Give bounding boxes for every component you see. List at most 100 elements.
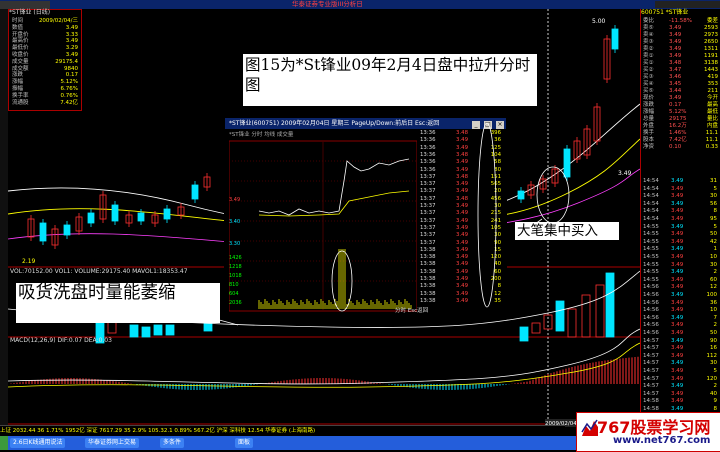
tick-time: 13:38 [420,254,436,261]
tick-time: 14:57 [643,375,659,382]
quote-cell: 353 [707,81,719,87]
quote-cell: 11.1 [705,137,718,143]
info-row: 流通股 7.42亿 [12,100,80,106]
taskbar-item[interactable]: 多条件 [160,438,185,448]
tick-row: 14:57 3.49 90 [641,338,720,346]
tick-volume: 112 [706,352,718,359]
quote-row: 委比 -11.58% 委差 [641,18,720,25]
intraday-volume-label: 810 [229,282,239,288]
tick-price: 3.49 [456,261,469,268]
tick-volume: 31 [710,178,717,184]
tick-price: 3.49 [671,216,684,222]
tick-time: 13:37 [420,188,436,195]
tick-price: 3.49 [456,159,469,166]
tick-time: 14:54 [643,200,659,207]
tick-time: 14:56 [643,307,659,314]
intraday-title-bar[interactable]: *ST锋业(600751) 2009年02月04日 星期三 PageUp/Dow… [225,118,506,129]
quote-cell: 3138 [704,60,718,66]
tick-price: 3.49 [456,210,469,217]
info-row: 收盘价 3.49 [12,52,80,58]
tick-row: 14:57 3.49 120 [641,376,720,384]
tick-volume: 16 [710,345,717,352]
quote-cell: 3.46 [669,74,682,80]
quote-cell: 买② [643,67,654,73]
tick-row: 14:57 3.49 16 [641,345,720,353]
tick-volume: 30 [710,360,717,367]
quote-cell: 涨跌 [643,102,655,108]
tick-volume: 30 [710,261,717,268]
intraday-volume-label: 1218 [229,264,242,270]
info-key: 开盘价 [12,31,29,38]
info-key: 振幅 [12,86,24,92]
tick-time: 14:56 [643,322,659,329]
tick-time: 13:36 [420,137,436,144]
tick-volume: 100 [706,292,718,298]
tick-volume: 9 [713,398,718,405]
tick-price: 3.49 [456,224,469,231]
tick-row: 14:56 3.49 36 [641,300,720,308]
info-value: 2009/02/04/三 [38,18,78,24]
quote-cell: 量比 [706,116,718,122]
info-rows: 时间 2009/02/04/三 数值 3.49 开盘价 3.33 最高价 3.49 最低价 3.2… [9,18,81,108]
tick-list[interactable]: 14:54 3.49 31 14:54 3.49 5 14:54 3.49 30 14:54 3.4… [641,178,720,418]
tick-time: 14:57 [643,390,659,397]
tick-time: 14:55 [643,246,659,253]
intraday-y-label: 3.49 [229,197,241,203]
tick-price: 3.49 [671,231,684,238]
quote-cell: 买④ [643,81,654,87]
taskbar-items: 2.6日K线通用说法 华泰证券网上交易 多条件 面板 [10,436,310,450]
quote-cell: 0.33 [705,144,718,150]
tick-row: 14:55 3.49 30 [641,262,720,270]
tick-row: 14:58 3.49 9 [641,398,720,406]
quote-cell: 1.46% [669,130,687,136]
taskbar-item[interactable]: 2.6日K线通用说法 [10,438,66,448]
quote-cell: 股本 [643,137,655,143]
tick-price: 3.49 [671,238,684,245]
intraday-bottom-tabs[interactable]: 分时 Esc返回 [395,306,428,314]
info-row: 换手率 0.76% [12,93,80,99]
highlight-ellipse [477,122,497,308]
tick-volume: 90 [710,337,717,344]
menu-strip[interactable] [0,1,50,9]
info-key: 成交量 [12,58,29,65]
info-key: 时间 [12,18,24,24]
right-toolbar[interactable] [655,1,720,8]
info-value: 3.33 [65,31,78,38]
tick-row: 14:56 3.49 12 [641,284,720,292]
tick-row: 14:54 3.49 31 [641,178,720,186]
info-value: 0.76% [60,92,78,99]
tick-price: 3.49 [671,352,684,359]
quote-cell: 2650 [704,39,718,45]
info-key: 数值 [12,24,24,31]
tick-price: 3.49 [671,254,684,260]
price-last-label: 3.49 [618,170,632,177]
taskbar-item[interactable]: 华泰证券网上交易 [85,438,140,448]
tick-row: 14:55 3.49 1 [641,246,720,254]
tick-volume: 30 [710,193,717,200]
taskbar-item[interactable]: 面板 [235,438,254,448]
tick-row: 14:55 3.49 60 [641,277,720,285]
quote-cell: 2973 [704,32,718,38]
quote-cell: 最高 [706,102,718,108]
quote-cell: 最低 [706,109,718,115]
tick-row: 14:55 3.49 42 [641,239,720,247]
quote-cell: 0.10 [669,144,682,150]
intraday-window[interactable]: *ST锋业(600751) 2009年02月04日 星期三 PageUp/Dow… [224,117,507,318]
quote-row: 总量 29175 量比 [641,116,720,123]
tick-time: 14:55 [643,254,659,260]
tick-time: 13:37 [420,224,436,231]
quote-cell: 委比 [643,18,655,24]
info-value: 5.12% [60,79,78,86]
tick-volume: 56 [710,200,717,207]
tick-row: 14:56 3.49 7 [641,315,720,323]
quote-cell: 1191 [704,53,718,59]
tick-price: 3.49 [671,208,684,215]
tick-row: 14:54 3.49 30 [641,193,720,201]
tick-price: 3.49 [671,284,684,291]
volume-bar [165,324,175,336]
quote-cell: 今开 [706,95,718,101]
start-button[interactable] [0,436,8,450]
tick-time: 13:36 [420,144,436,151]
tick-time: 14:55 [643,261,659,268]
highlight-ellipse [477,122,497,308]
